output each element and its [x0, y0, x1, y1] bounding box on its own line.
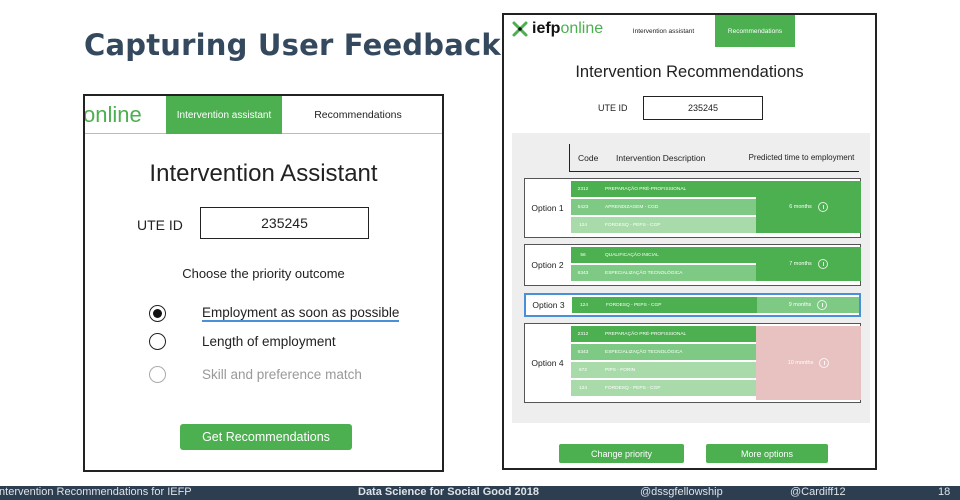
footer-handle-2: @Cardiff12 [790, 486, 846, 498]
intervention-row: 2312 PREPARAÇÃO PRÉ-PROFISSIONAL [571, 326, 756, 342]
page-title: Intervention Recommendations [575, 63, 804, 81]
priority-prompt: Choose the priority outcome [182, 266, 345, 281]
iefp-logo-icon [512, 21, 528, 37]
radio-label: Length of employment [202, 334, 336, 349]
predicted-time-cell: 6 months [756, 181, 861, 233]
radio-option-length-employment[interactable]: Length of employment [149, 333, 336, 350]
footer-bar: Intervention Recommendations for IEFP Da… [0, 486, 960, 500]
recommendations-screen: iefp online Intervention assistant Recom… [502, 13, 877, 470]
option-label: Option 2 [531, 260, 564, 270]
footer-project: Intervention Recommendations for IEFP [0, 486, 192, 498]
tab-intervention-assistant[interactable]: Intervention assistant [616, 15, 711, 47]
option-label: Option 3 [532, 300, 565, 310]
intervention-assistant-screen: online Intervention assistant Recommenda… [83, 94, 444, 472]
option-card-2[interactable]: Option 2 56 QUALIFICAÇÃO INICIAL 6343 ES… [524, 244, 861, 286]
app-header: iefp online Intervention assistant Recom… [504, 15, 875, 47]
app-logo: online [83, 102, 142, 127]
option-card-4[interactable]: Option 4 2312 PREPARAÇÃO PRÉ-PROFISSIONA… [524, 323, 861, 403]
radio-disabled-icon[interactable] [149, 366, 166, 383]
page-title: Intervention Assistant [149, 160, 378, 187]
tab-recommendations[interactable]: Recommendations [303, 96, 413, 134]
app-logo: iefp online [512, 20, 603, 38]
clock-icon [817, 300, 828, 310]
option-label: Option 1 [531, 203, 564, 213]
tab-recommendations[interactable]: Recommendations [715, 15, 795, 47]
column-header-time: Predicted time to employment [744, 144, 859, 172]
column-header-description: Intervention Description [604, 144, 744, 172]
radio-option-employment-asap[interactable]: Employment as soon as possible [149, 304, 400, 322]
ute-id-input[interactable]: 235245 [200, 207, 369, 239]
tab-intervention-assistant[interactable]: Intervention assistant [166, 96, 282, 134]
clock-icon [819, 358, 830, 368]
change-priority-button[interactable]: Change priority [559, 444, 684, 463]
logo-text-bold: iefp [532, 20, 561, 37]
intervention-row: 672 PIPS - FORIN [571, 362, 756, 378]
app-header: online Intervention assistant Recommenda… [85, 96, 442, 134]
footer-handle-1: @dssgfellowship [640, 486, 723, 498]
intervention-row: 124 FORDESQ - PEPS - CGP [571, 380, 756, 396]
option-card-1[interactable]: Option 1 2312 PREPARAÇÃO PRÉ-PROFISSIONA… [524, 178, 861, 238]
ute-id-input[interactable]: 235245 [643, 96, 763, 120]
intervention-row: 5423 APRENDIZAGEM - CGD [571, 199, 756, 215]
intervention-row: 6343 ESPECIALIZAÇÃO TECNOLÓGICA [571, 265, 756, 281]
clock-icon [817, 259, 828, 269]
radio-label: Employment as soon as possible [202, 304, 400, 322]
get-recommendations-button[interactable]: Get Recommendations [180, 424, 352, 450]
option-card-3[interactable]: Option 3 124 FORDESQ - PEPS - CGP 9 mont… [524, 293, 861, 317]
column-header-code: Code [569, 144, 604, 172]
radio-checked-icon[interactable] [149, 305, 166, 322]
predicted-time-cell: 7 months [756, 247, 861, 281]
more-options-button[interactable]: More options [706, 444, 828, 463]
intervention-row: 6343 ESPECIALIZAÇÃO TECNOLÓGICA [571, 344, 756, 360]
ute-id-label: UTE ID [137, 217, 183, 233]
logo-text-light: online [560, 20, 604, 37]
radio-option-skill-match[interactable]: Skill and preference match [149, 366, 362, 383]
footer-page-number: 18 [938, 486, 951, 498]
option-label: Option 4 [531, 358, 564, 368]
intervention-row: 124 FORDESQ - PEPS - CGP [571, 217, 756, 233]
ute-id-label: UTE ID [598, 103, 628, 113]
slide-title: Capturing User Feedback [84, 28, 501, 62]
predicted-time-cell: 10 months [756, 326, 861, 400]
footer-program: Data Science for Social Good 2018 [358, 486, 539, 498]
clock-icon [817, 202, 828, 212]
radio-label: Skill and preference match [202, 367, 362, 382]
intervention-row: 124 FORDESQ - PEPS - CGP [572, 297, 757, 313]
predicted-time-cell: 9 months [757, 297, 859, 313]
radio-unchecked-icon[interactable] [149, 333, 166, 350]
